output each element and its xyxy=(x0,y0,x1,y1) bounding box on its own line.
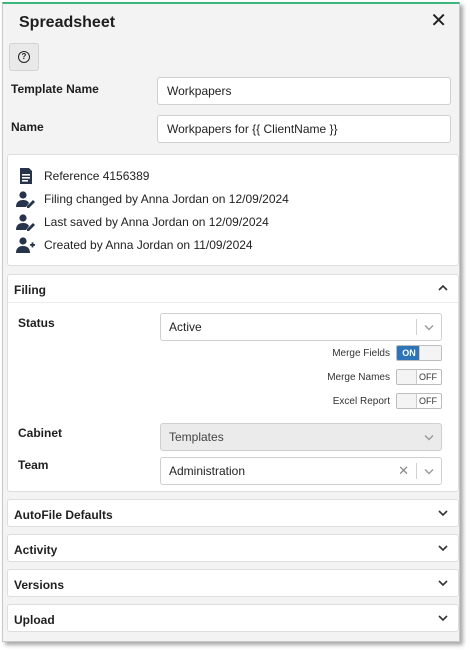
name-label: Name xyxy=(11,120,44,134)
last-saved-text: Last saved by Anna Jordan on 12/09/2024 xyxy=(44,215,269,229)
chevron-down-icon[interactable] xyxy=(438,579,448,587)
cabinet-select: Templates xyxy=(160,423,442,451)
team-value: Administration xyxy=(169,464,246,478)
created-text: Created by Anna Jordan on 11/09/2024 xyxy=(44,238,253,252)
dialog-title: Spreadsheet xyxy=(19,14,116,31)
excel-report-label: Excel Report xyxy=(332,396,390,407)
document-icon xyxy=(20,168,32,184)
filing-section-title: Filing xyxy=(14,283,46,297)
chevron-down-icon[interactable] xyxy=(438,614,448,622)
info-card: Reference 4156389 Filing changed by Anna… xyxy=(7,154,459,266)
user-add-icon xyxy=(16,237,35,253)
help-icon: ? xyxy=(18,51,30,63)
reference-text: Reference 4156389 xyxy=(44,169,150,183)
filing-section: Filing Status Active Merge Fields ON Mer… xyxy=(7,274,459,492)
status-label: Status xyxy=(18,316,55,330)
activity-title: Activity xyxy=(14,543,58,557)
toggle-knob xyxy=(397,394,417,408)
template-name-label: Template Name xyxy=(11,82,99,96)
autofile-defaults-title: AutoFile Defaults xyxy=(14,508,113,522)
merge-fields-state: ON xyxy=(397,346,421,360)
cabinet-value: Templates xyxy=(169,430,224,444)
user-edit-icon xyxy=(16,191,35,208)
close-icon[interactable]: ✕ xyxy=(430,11,447,31)
merge-fields-label: Merge Fields xyxy=(332,348,390,359)
excel-report-toggle[interactable]: OFF xyxy=(396,393,442,409)
cabinet-label: Cabinet xyxy=(18,426,63,440)
team-select[interactable]: Administration ✕ xyxy=(160,457,442,485)
chevron-up-icon[interactable] xyxy=(438,284,448,292)
versions-title: Versions xyxy=(14,578,65,592)
filing-section-header[interactable]: Filing xyxy=(8,275,458,303)
dialog-header: Spreadsheet ✕ xyxy=(3,4,459,40)
toggle-knob xyxy=(397,370,417,384)
help-button[interactable]: ? xyxy=(9,43,39,71)
team-label: Team xyxy=(18,458,49,472)
versions-section[interactable]: Versions xyxy=(7,569,459,597)
merge-fields-toggle[interactable]: ON xyxy=(396,345,442,361)
chevron-down-icon[interactable] xyxy=(424,324,434,331)
select-divider xyxy=(416,463,417,479)
clear-icon[interactable]: ✕ xyxy=(398,458,409,484)
merge-names-state: OFF xyxy=(419,372,437,382)
autofile-defaults-section[interactable]: AutoFile Defaults xyxy=(7,499,459,527)
template-name-input[interactable]: Workpapers xyxy=(157,77,451,105)
chevron-down-icon[interactable] xyxy=(438,544,448,552)
chevron-down-icon[interactable] xyxy=(424,468,434,475)
spreadsheet-dialog: Spreadsheet ✕ ? Template Name Workpapers… xyxy=(2,2,460,642)
upload-title: Upload xyxy=(14,613,55,627)
user-edit-icon xyxy=(16,214,35,231)
name-input[interactable]: Workpapers for {{ ClientName }} xyxy=(157,115,451,143)
merge-names-label: Merge Names xyxy=(327,372,390,383)
merge-names-toggle[interactable]: OFF xyxy=(396,369,442,385)
toggle-knob xyxy=(419,346,441,360)
select-divider xyxy=(416,319,417,335)
upload-section[interactable]: Upload xyxy=(7,604,459,632)
status-select[interactable]: Active xyxy=(160,313,442,341)
excel-report-state: OFF xyxy=(419,396,437,406)
activity-section[interactable]: Activity xyxy=(7,534,459,562)
last-saved-row: Last saved by Anna Jordan on 12/09/2024 xyxy=(16,213,269,231)
reference-row: Reference 4156389 xyxy=(16,167,149,185)
status-value: Active xyxy=(169,320,202,334)
created-row: Created by Anna Jordan on 11/09/2024 xyxy=(16,236,253,254)
filing-changed-text: Filing changed by Anna Jordan on 12/09/2… xyxy=(44,192,289,206)
chevron-down-icon[interactable] xyxy=(438,509,448,517)
chevron-down-icon xyxy=(424,435,434,441)
filing-changed-row: Filing changed by Anna Jordan on 12/09/2… xyxy=(16,190,289,208)
